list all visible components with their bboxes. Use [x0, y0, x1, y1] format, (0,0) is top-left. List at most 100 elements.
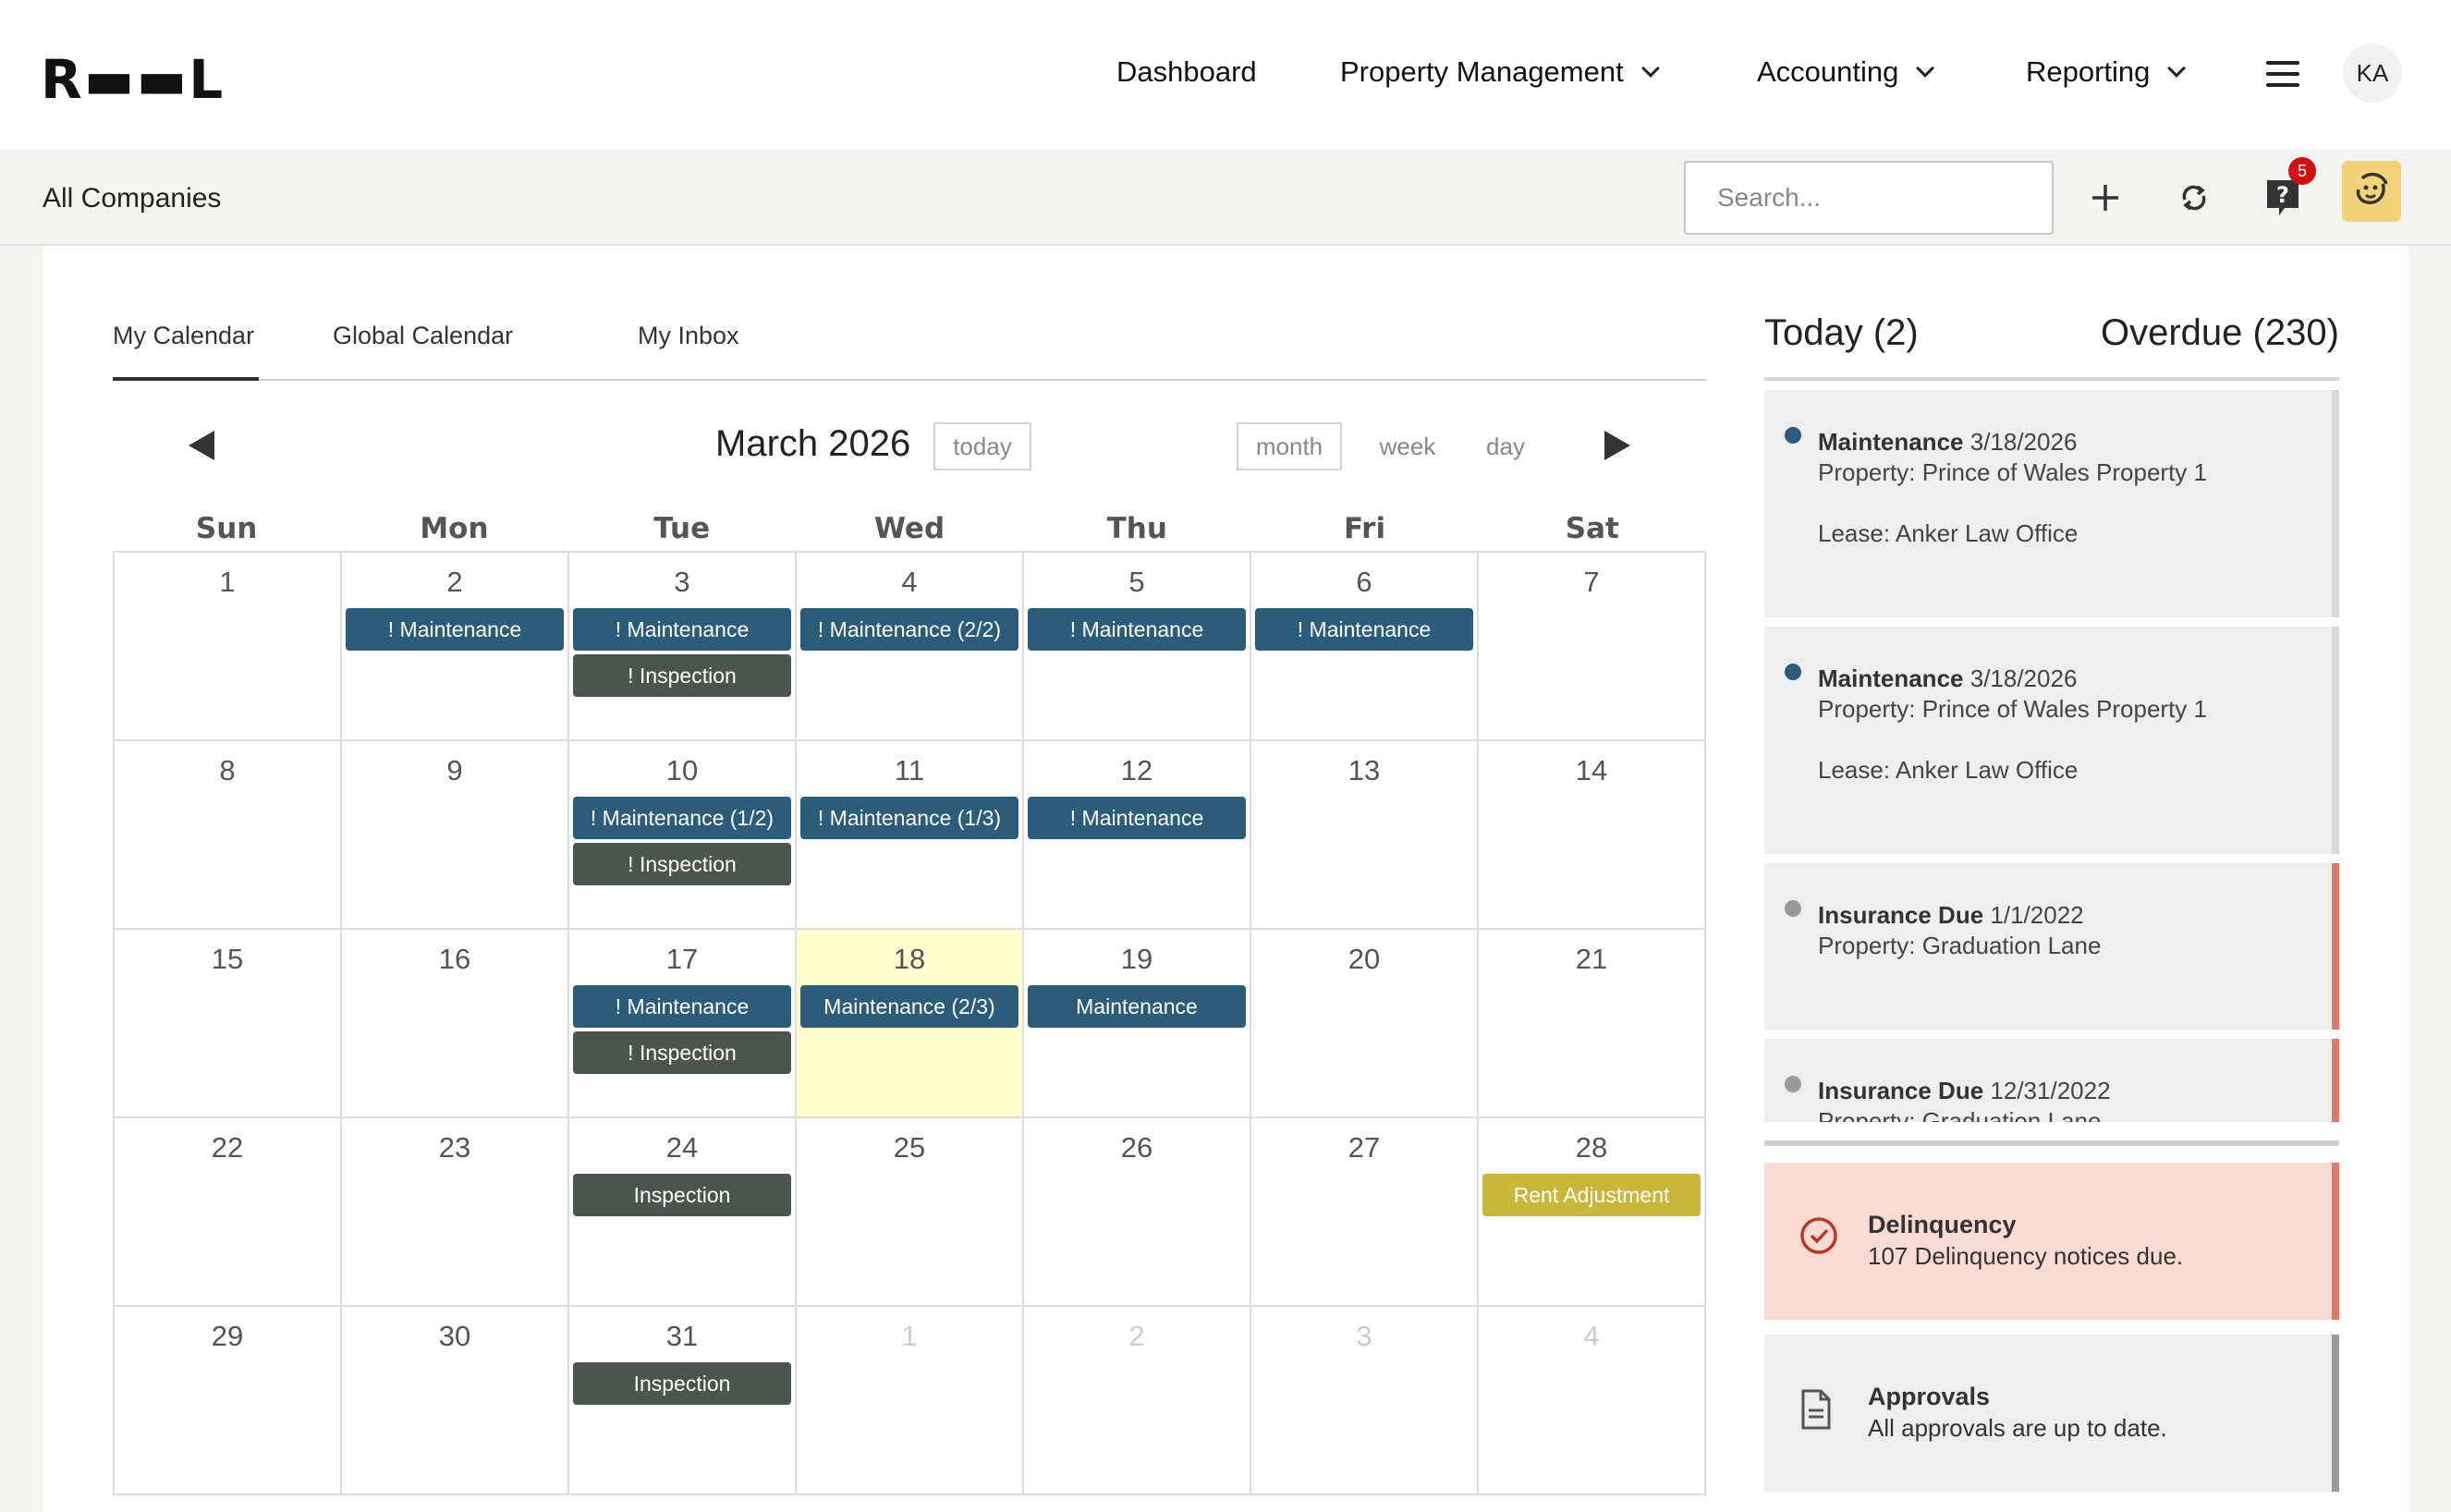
- calendar-event[interactable]: ! Maintenance (1/2): [573, 797, 791, 839]
- calendar-day-cell[interactable]: 19 Maintenance: [1024, 930, 1251, 1116]
- today-tasks-tab[interactable]: Today (2): [1764, 312, 1919, 354]
- top-navigation: R▬▬L Dashboard Property Management Accou…: [0, 0, 2451, 150]
- calendar-day-cell[interactable]: 13: [1251, 741, 1479, 928]
- calendar-event[interactable]: ! Maintenance: [346, 608, 564, 651]
- calendar-day-cell[interactable]: 2 ! Maintenance: [342, 553, 569, 739]
- calendar-day-cell[interactable]: 8: [115, 741, 342, 928]
- calendar-day-cell[interactable]: 2: [1024, 1307, 1251, 1494]
- calendar-day-cell[interactable]: 21: [1479, 930, 1706, 1116]
- view-month-button[interactable]: month: [1237, 422, 1342, 470]
- hamburger-menu-icon[interactable]: [2266, 61, 2299, 87]
- calendar-event[interactable]: Maintenance (2/3): [800, 985, 1018, 1028]
- calendar-day-cell[interactable]: 24 Inspection: [569, 1118, 797, 1305]
- summary-status-bar: [2332, 1335, 2339, 1492]
- calendar-day-cell[interactable]: 20: [1251, 930, 1479, 1116]
- calendar-day-cell[interactable]: 1: [797, 1307, 1024, 1494]
- calendar-day-cell[interactable]: 15: [115, 930, 342, 1116]
- day-number: 4: [1583, 1320, 1600, 1352]
- day-of-week-label: Fri: [1343, 512, 1386, 545]
- calendar-event[interactable]: ! Maintenance: [1255, 608, 1473, 651]
- chevron-down-icon: [1640, 59, 1660, 78]
- calendar-day-cell[interactable]: 30: [342, 1307, 569, 1494]
- calendar-event[interactable]: ! Maintenance (2/2): [800, 608, 1018, 651]
- calendar-day-cell[interactable]: 16: [342, 930, 569, 1116]
- nav-reporting[interactable]: Reporting: [2026, 55, 2187, 89]
- calendar-day-cell[interactable]: 9: [342, 741, 569, 928]
- nav-accounting[interactable]: Accounting: [1757, 55, 1935, 89]
- calendar-day-cell[interactable]: 10 ! Maintenance (1/2)! Inspection: [569, 741, 797, 928]
- calendar-day-cell[interactable]: 4: [1479, 1307, 1706, 1494]
- task-card[interactable]: Insurance Due 1/1/2022 Property: Graduat…: [1764, 863, 2339, 1030]
- calendar-day-cell[interactable]: 29: [115, 1307, 342, 1494]
- task-card[interactable]: Maintenance 3/18/2026 Property: Prince o…: [1764, 627, 2339, 854]
- calendar-event[interactable]: Maintenance: [1028, 985, 1246, 1028]
- calendar-day-cell[interactable]: 7: [1479, 553, 1706, 739]
- nav-property-management[interactable]: Property Management: [1340, 55, 1660, 89]
- calendar-event[interactable]: ! Maintenance: [573, 985, 791, 1028]
- calendar-event[interactable]: ! Inspection: [573, 654, 791, 697]
- task-lease: Lease: Anker Law Office: [1818, 519, 2079, 547]
- calendar-day-cell[interactable]: 6 ! Maintenance: [1251, 553, 1479, 739]
- calendar-day-cell[interactable]: 5 ! Maintenance: [1024, 553, 1251, 739]
- nav-dashboard[interactable]: Dashboard: [1116, 55, 1257, 89]
- task-date: 12/31/2022: [1990, 1077, 2111, 1104]
- task-list[interactable]: Maintenance 3/18/2026 Property: Prince o…: [1764, 390, 2339, 1122]
- calendar-event[interactable]: ! Inspection: [573, 1031, 791, 1074]
- tab-my-inbox[interactable]: My Inbox: [638, 322, 739, 381]
- calendar-day-cell[interactable]: 17 ! Maintenance! Inspection: [569, 930, 797, 1116]
- calendar-event[interactable]: ! Maintenance: [573, 608, 791, 651]
- day-of-week-label: Sat: [1565, 512, 1619, 545]
- plus-icon: [2092, 185, 2118, 211]
- tab-global-calendar[interactable]: Global Calendar: [333, 322, 513, 381]
- view-week-button[interactable]: week: [1366, 422, 1449, 470]
- tab-my-calendar[interactable]: My Calendar: [113, 322, 259, 381]
- calendar-day-cell[interactable]: 3: [1251, 1307, 1479, 1494]
- calendar-day-cell[interactable]: 28 Rent Adjustment: [1479, 1118, 1706, 1305]
- day-number: 7: [1583, 566, 1600, 598]
- view-day-button[interactable]: day: [1473, 422, 1538, 470]
- calendar-day-cell[interactable]: 3 ! Maintenance! Inspection: [569, 553, 797, 739]
- task-title: Maintenance: [1818, 665, 1964, 692]
- day-number: 15: [211, 943, 244, 975]
- calendar-event[interactable]: Inspection: [573, 1362, 791, 1405]
- next-month-arrow-icon[interactable]: [1604, 431, 1630, 460]
- delinquency-card[interactable]: Delinquency 107 Delinquency notices due.: [1764, 1163, 2339, 1320]
- calendar-day-cell[interactable]: 26: [1024, 1118, 1251, 1305]
- refresh-button[interactable]: [2168, 172, 2220, 224]
- day-number: 4: [901, 566, 918, 598]
- day-number: 25: [893, 1131, 926, 1164]
- prev-month-arrow-icon[interactable]: [189, 431, 214, 460]
- calendar-event[interactable]: Rent Adjustment: [1482, 1174, 1701, 1216]
- calendar-event[interactable]: Inspection: [573, 1174, 791, 1216]
- today-button[interactable]: today: [933, 422, 1031, 470]
- calendar-day-cell[interactable]: 11 ! Maintenance (1/3): [797, 741, 1024, 928]
- approvals-card[interactable]: Approvals All approvals are up to date.: [1764, 1335, 2339, 1492]
- day-of-week-label: Mon: [420, 512, 489, 545]
- svg-text:?: ?: [2276, 182, 2289, 208]
- nav-reporting-label: Reporting: [2026, 55, 2151, 88]
- calendar-day-cell[interactable]: 4 ! Maintenance (2/2): [797, 553, 1024, 739]
- calendar-event[interactable]: ! Inspection: [573, 843, 791, 885]
- calendar-day-cell-today[interactable]: 18 Maintenance (2/3): [797, 930, 1024, 1116]
- calendar-day-cell[interactable]: 12 ! Maintenance: [1024, 741, 1251, 928]
- calendar-day-cell[interactable]: 27: [1251, 1118, 1479, 1305]
- company-logo[interactable]: R▬▬L: [41, 48, 225, 111]
- user-avatar[interactable]: KA: [2343, 43, 2402, 103]
- calendar-day-cell[interactable]: 31 Inspection: [569, 1307, 797, 1494]
- calendar-day-cell[interactable]: 22: [115, 1118, 342, 1305]
- company-selector[interactable]: All Companies: [43, 183, 221, 214]
- calendar-event[interactable]: ! Maintenance (1/3): [800, 797, 1018, 839]
- overdue-tasks-tab[interactable]: Overdue (230): [2101, 312, 2339, 354]
- calendar-day-cell[interactable]: 14: [1479, 741, 1706, 928]
- calendar-day-cell[interactable]: 1: [115, 553, 342, 739]
- calendar-day-cell[interactable]: 23: [342, 1118, 569, 1305]
- day-number: 12: [1120, 754, 1153, 786]
- add-button[interactable]: [2079, 172, 2131, 224]
- calendar-event[interactable]: ! Maintenance: [1028, 608, 1246, 651]
- search-input[interactable]: [1684, 161, 2054, 235]
- calendar-event[interactable]: ! Maintenance: [1028, 797, 1246, 839]
- calendar-day-cell[interactable]: 25: [797, 1118, 1024, 1305]
- task-card[interactable]: Maintenance 3/18/2026 Property: Prince o…: [1764, 390, 2339, 617]
- assistant-button[interactable]: [2342, 161, 2401, 222]
- task-card[interactable]: Insurance Due 12/31/2022 Property: Gradu…: [1764, 1039, 2339, 1122]
